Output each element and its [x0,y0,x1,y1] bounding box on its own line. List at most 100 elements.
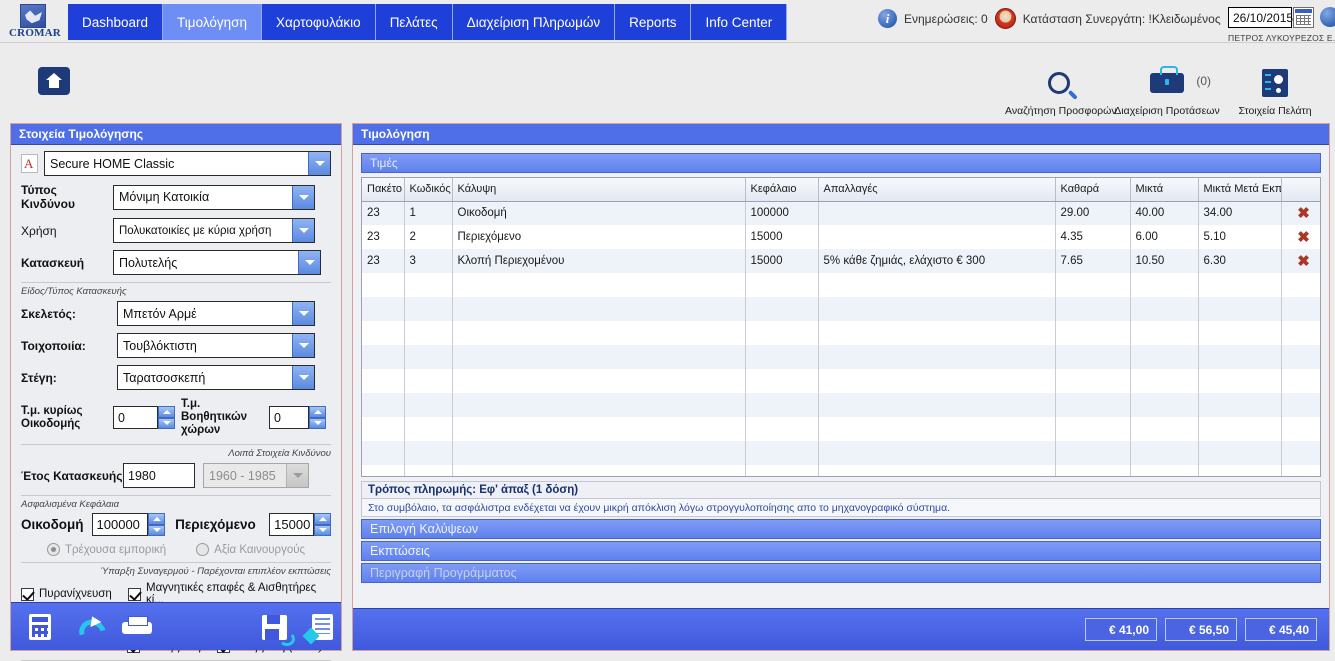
column-header-capital[interactable]: Κεφάλαιο [745,178,819,202]
radio-dot-icon [46,543,60,556]
cell-code: 3 [404,249,453,273]
home-button[interactable] [38,67,70,95]
construction-label: Κατασκευή [21,255,85,270]
aux-area-input[interactable]: 0 [269,406,309,429]
payment-method-bar: Τρόπος πληρωμής: Εφ' άπαξ (1 δόση) [361,481,1321,499]
building-capital-stepper[interactable] [148,513,166,536]
search-offers-button[interactable]: Αναζήτηση Προσφορών [1005,61,1117,117]
coverage-table-container: Πακέτο Κωδικός Κάλυψη Κεφάλαιο Απαλλαγές… [361,177,1321,477]
nav-tab-diaxeirisi-pliromon[interactable]: Διαχείριση Πληρωμών [452,4,616,40]
date-input[interactable]: 26/10/2015 [1228,7,1293,28]
accordion-program-description[interactable]: Περιγραφή Προγράμματος [361,563,1321,583]
price-button-2[interactable]: € 56,50 [1165,618,1237,641]
cell-delete[interactable]: ✖ [1281,201,1320,225]
chevron-down-icon[interactable] [292,302,314,325]
rounding-note: Στο συμβόλαιο, τα ασφάλιστρα ενδέχεται ν… [361,499,1321,517]
column-header-packet[interactable]: Πακέτο [362,178,405,202]
frame-select[interactable]: Μπετόν Αρμέ [117,301,315,326]
cell-code: 1 [404,201,453,225]
chevron-down-icon[interactable] [292,219,314,242]
chevron-down-icon[interactable] [298,251,320,274]
print-button[interactable] [117,610,155,644]
cell-delete[interactable]: ✖ [1281,225,1320,249]
column-header-net[interactable]: Καθαρά [1055,178,1131,202]
column-header-coverage[interactable]: Κάλυψη [452,178,746,202]
nav-tab-dashboard[interactable]: Dashboard [68,4,164,40]
construction-select[interactable]: Πολυτελής [113,250,321,275]
price-button-3[interactable]: € 45,40 [1245,618,1317,641]
aux-area-stepper[interactable] [309,406,326,429]
construction-row: Κατασκευή Πολυτελής [21,250,331,275]
column-header-gross-after-discount[interactable]: Μικτά Μετά Εκπτώ [1198,178,1282,202]
undo-button[interactable] [69,610,107,644]
building-capital-input[interactable]: 100000 [91,513,149,536]
calculator-button[interactable] [21,610,59,644]
right-panel-body: Τιμές Πακέτο Κωδικός Κάλυψη Κεφάλαιο Απα… [353,145,1329,583]
contents-capital-stepper[interactable] [314,513,332,536]
coverage-table-body: 23 1 Οικοδομή 100000 29.00 40.00 34.00 ✖… [362,201,1320,476]
pdf-icon[interactable] [21,154,38,173]
logo-mark-icon [20,4,46,28]
document-edit-button[interactable] [302,610,341,644]
column-header-code[interactable]: Κωδικός [404,178,453,202]
delete-row-icon[interactable]: ✖ [1297,230,1310,245]
risk-type-select[interactable]: Μόνιμη Κατοικία [113,184,315,210]
nav-tab-pelates[interactable]: Πελάτες [375,4,453,40]
cell-delete[interactable]: ✖ [1281,249,1320,273]
year-input[interactable]: 1980 [123,463,195,488]
main-area-stepper[interactable] [158,406,175,429]
table-row[interactable]: 23 2 Περιεχόμενο 15000 4.35 6.00 5.10 ✖ [362,225,1320,249]
accordion-discounts[interactable]: Εκπτώσεις [361,541,1321,561]
magnetic-contacts-checkbox[interactable] [127,587,141,601]
nav-tab-xartofylakio[interactable]: Χαρτοφυλάκιο [261,4,376,40]
chevron-down-icon[interactable] [292,366,314,389]
year-label: Έτος Κατασκευής [21,468,123,483]
main-area-input[interactable]: 0 [113,406,158,429]
column-header-gross[interactable]: Μικτά [1130,178,1199,202]
cell-exemptions [818,225,1056,249]
right-panel-title: Τιμολόγηση [353,124,1329,145]
risk-type-label: Τύπος Κινδύνου [21,183,75,211]
chevron-down-icon[interactable] [292,185,314,209]
roof-label: Στέγη: [21,370,57,385]
roof-select[interactable]: Ταρατσοσκεπή [117,365,315,390]
fire-detection-checkbox[interactable] [21,587,34,601]
chevron-down-icon[interactable] [308,152,330,175]
nav-tab-info-center[interactable]: Info Center [691,4,788,40]
risk-type-value: Μόνιμη Κατοικία [119,190,210,204]
masonry-select[interactable]: Τουβλόκτιστη [117,333,315,358]
manage-proposals-button[interactable]: (0) Διαχείριση Προτάσεων [1113,61,1221,117]
calendar-icon[interactable] [1293,7,1314,28]
radio-current-market: Τρέχουσα εμπορική [46,543,166,556]
accordion-coverage-selection[interactable]: Επιλογή Καλύψεων [361,519,1321,539]
save-button[interactable] [255,610,295,646]
nav-tab-timologisi[interactable]: Τιμολόγηση [163,4,262,40]
search-offers-label: Αναζήτηση Προσφορών [1005,105,1117,117]
delete-row-icon[interactable]: ✖ [1297,254,1310,269]
column-header-exemptions[interactable]: Απαλλαγές [818,178,1056,202]
chevron-down-icon[interactable] [292,334,314,357]
delete-row-icon[interactable]: ✖ [1297,206,1310,221]
table-row-empty [362,369,1320,393]
briefcase-icon [1150,66,1184,93]
contents-capital-input[interactable]: 15000 [269,513,315,536]
capital-row: Οικοδομή 100000 Περιεχόμενο 15000 [21,513,332,536]
info-icon: i [878,9,897,28]
cell-capital: 15000 [745,225,819,249]
product-select[interactable]: Secure HOME Classic [44,151,331,176]
prices-subheader[interactable]: Τιμές [361,153,1321,173]
cell-gross-after: 6.30 [1198,249,1282,273]
price-button-1[interactable]: € 41,00 [1085,618,1157,641]
divider [21,444,331,445]
table-row[interactable]: 23 1 Οικοδομή 100000 29.00 40.00 34.00 ✖ [362,201,1320,225]
usage-select[interactable]: Πολυκατοικίες με κύρια χρήση [113,218,315,243]
toolbar-actions: Αναζήτηση Προσφορών (0) Διαχείριση Προτά… [1005,61,1329,117]
customer-details-button[interactable]: Στοιχεία Πελάτη [1221,61,1329,117]
user-avatar[interactable] [1320,7,1335,27]
table-row[interactable]: 23 3 Κλοπή Περιεχομένου 15000 5% κάθε ζη… [362,249,1320,273]
roof-row: Στέγη: Ταρατσοσκεπή [21,365,331,390]
nav-tab-reports[interactable]: Reports [615,4,692,40]
divider [21,282,331,283]
main-area-label: Τ.μ. κυρίως Οικοδομής [21,404,83,430]
cell-packet: 23 [362,249,405,273]
